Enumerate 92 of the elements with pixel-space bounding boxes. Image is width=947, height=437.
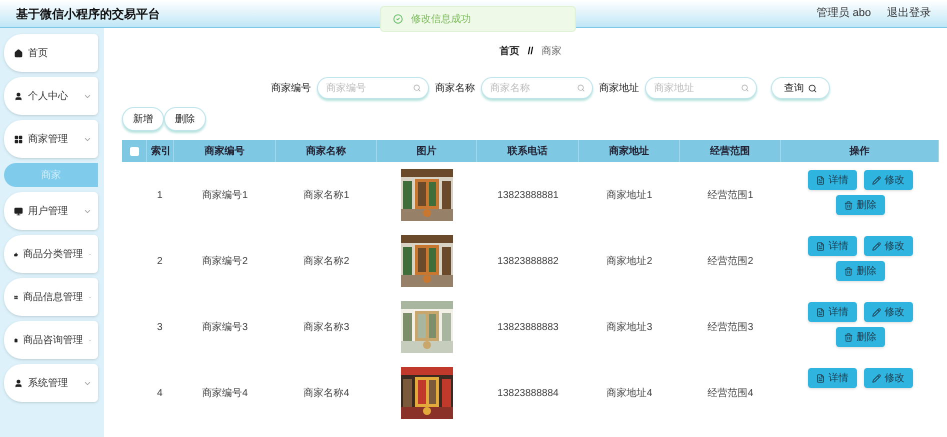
table-cell-text: 商家名称1: [304, 188, 350, 202]
sidebar-item[interactable]: 商品咨询管理: [4, 321, 98, 359]
table-cell-text: 商家地址3: [606, 320, 652, 334]
search-field[interactable]: 商家地址: [645, 77, 757, 99]
table-cell-text: 商家编号3: [202, 320, 248, 334]
table-cell-text: 商家编号4: [202, 386, 248, 400]
column-header: 经营范围: [710, 144, 750, 158]
search-label: 商家名称: [435, 82, 475, 96]
detail-button[interactable]: 详情: [808, 368, 856, 388]
sidebar-item[interactable]: 商品信息管理: [4, 278, 98, 316]
search-icon: [577, 84, 585, 92]
user-icon: [14, 92, 23, 100]
table-cell-text: 经营范围1: [708, 188, 754, 202]
breadcrumb-current: 商家: [541, 44, 562, 59]
column-header: 图片: [416, 144, 436, 158]
breadcrumb-home[interactable]: 首页: [500, 44, 520, 59]
table-cell-text: 2: [157, 254, 163, 268]
table-cell-text: 4: [157, 386, 163, 400]
table-cell-text: 13823888882: [497, 254, 559, 268]
table-cell-text: 商家名称4: [304, 386, 350, 400]
delete-button[interactable]: 删除: [836, 261, 884, 281]
pencil-icon: [872, 374, 880, 382]
delete-button[interactable]: 删除: [164, 107, 206, 131]
check-icon: [393, 14, 403, 24]
search-icon: [741, 84, 749, 92]
breadcrumb-separator: //: [528, 45, 534, 59]
table-cell-text: 13823888883: [497, 320, 559, 334]
column-header: 操作: [850, 144, 870, 158]
table-cell-text: 商家地址1: [606, 188, 652, 202]
search-label: 商家地址: [599, 82, 639, 96]
column-header: 商家地址: [609, 144, 649, 158]
table-cell-text: 商家编号2: [202, 254, 248, 268]
table-cell-text: 商家编号1: [202, 188, 248, 202]
user-icon: [14, 378, 23, 388]
table-cell-text: 商家名称3: [304, 320, 350, 334]
table-cell-text: 3: [157, 320, 163, 334]
app-title: 基于微信小程序的交易平台: [16, 6, 160, 22]
sidebar-item[interactable]: 商家管理: [4, 120, 98, 158]
sidebar-item[interactable]: 系统管理: [4, 364, 98, 402]
sidebar-item[interactable]: 首页: [4, 34, 98, 72]
logout-link[interactable]: 退出登录: [887, 5, 931, 22]
grid-icon: [14, 134, 23, 144]
table-cell-text: 经营范围2: [708, 254, 754, 268]
detail-button[interactable]: 详情: [808, 236, 856, 256]
column-header: 联系电话: [508, 144, 548, 158]
pencil-icon: [872, 176, 880, 184]
table-cell-text: 1: [157, 188, 163, 202]
table-cell-text: 商家地址2: [606, 254, 652, 268]
add-button[interactable]: 新增: [122, 107, 164, 131]
column-header: 商家编号: [204, 144, 244, 158]
table-cell-text: 13823888881: [497, 188, 559, 202]
table-cell-text: 经营范围4: [708, 386, 754, 400]
grid-icon: [14, 292, 18, 302]
file-icon: [816, 374, 824, 382]
sidebar-item[interactable]: 商品分类管理: [4, 235, 98, 273]
pencil-icon: [872, 242, 880, 250]
delete-button[interactable]: 删除: [836, 195, 884, 215]
thumbs-up-icon: [14, 250, 18, 258]
file-icon: [816, 176, 824, 184]
table-cell-text: 商家名称2: [304, 254, 350, 268]
trash-icon: [844, 332, 852, 342]
monitor-icon: [14, 206, 23, 216]
search-field[interactable]: 商家名称: [481, 77, 593, 99]
clipboard-icon: [14, 336, 18, 344]
edit-button[interactable]: 修改: [864, 368, 912, 388]
checkbox[interactable]: [130, 146, 138, 156]
sidebar-item[interactable]: 个人中心: [4, 77, 98, 115]
search-label: 商家编号: [271, 82, 311, 96]
edit-button[interactable]: 修改: [864, 302, 912, 322]
table-cell-text: 经营范围3: [708, 320, 754, 334]
search-icon: [413, 84, 421, 92]
user-label: 管理员 abo: [816, 6, 871, 22]
column-header: 商家名称: [306, 144, 346, 158]
pencil-icon: [872, 308, 880, 316]
query-button[interactable]: 查询: [771, 77, 830, 99]
table-cell-text: 商家地址4: [606, 386, 652, 400]
search-icon: [808, 84, 817, 92]
detail-button[interactable]: 详情: [808, 302, 856, 322]
edit-button[interactable]: 修改: [864, 170, 912, 190]
trash-icon: [844, 200, 852, 210]
trash-icon: [844, 266, 852, 276]
search-field[interactable]: 商家编号: [317, 77, 429, 99]
file-icon: [816, 242, 824, 250]
table-cell-text: 13823888884: [497, 386, 559, 400]
delete-button[interactable]: 删除: [836, 327, 884, 347]
detail-button[interactable]: 详情: [808, 170, 856, 190]
edit-button[interactable]: 修改: [864, 236, 912, 256]
file-icon: [816, 308, 824, 316]
toast-message: 修改信息成功: [411, 12, 471, 26]
home-icon: [14, 48, 23, 58]
column-header: 索引: [151, 144, 171, 158]
sidebar-item[interactable]: 用户管理: [4, 192, 98, 230]
